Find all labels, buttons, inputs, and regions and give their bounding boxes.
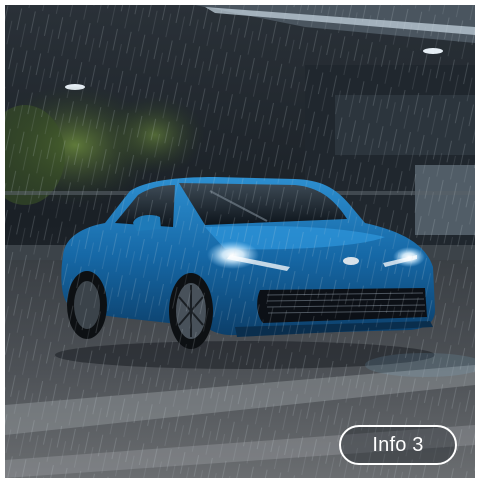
info-button-label: Info 3 — [372, 433, 424, 456]
info-button[interactable]: Info 3 — [339, 425, 457, 465]
media-card: Info 3 — [5, 5, 475, 478]
car-photo — [5, 5, 475, 478]
